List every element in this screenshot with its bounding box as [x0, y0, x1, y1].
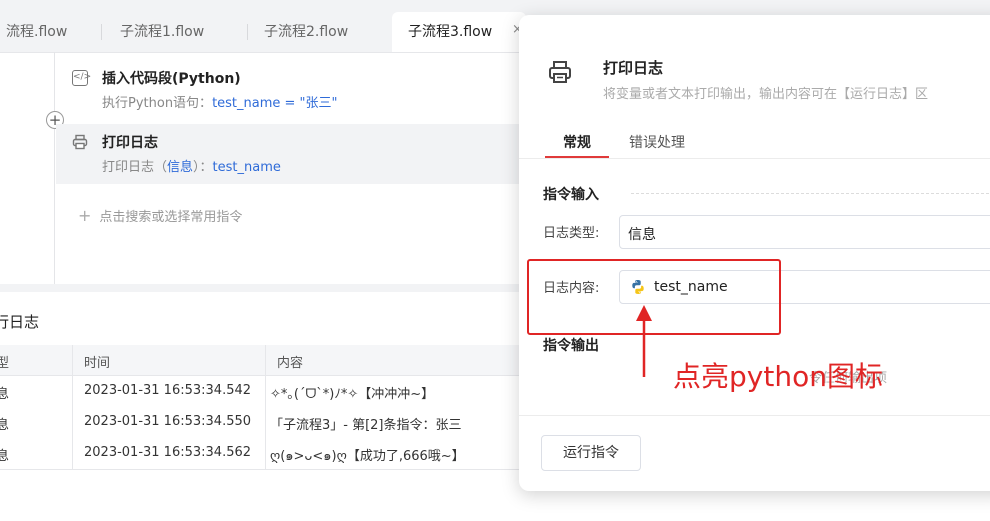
- log-type: 息: [0, 449, 10, 464]
- log-content: ღ(๑>ᴗ<๑)ღ【成功了,666哦~】: [270, 449, 465, 464]
- annotation-text: 点亮python图标: [673, 360, 883, 393]
- log-time: 2023-01-31 16:53:34.562: [84, 445, 252, 460]
- annotation-arrow-icon: [636, 305, 652, 377]
- log-type-select[interactable]: 信息: [619, 215, 990, 249]
- dialog-subtitle: 将变量或者文本打印输出，输出内容可在【运行日志】区: [603, 87, 929, 102]
- log-table-header: 型 时间 内容: [0, 345, 540, 376]
- step-desc-code: test_name = "张三": [212, 96, 338, 111]
- tab-separator: [101, 24, 102, 40]
- step-description: 执行Python语句：test_name = "张三": [102, 92, 338, 111]
- step-desc-prefix: 打印日志（: [102, 160, 168, 175]
- column-header-content: 内容: [277, 356, 304, 371]
- run-instruction-button[interactable]: 运行指令: [541, 435, 641, 471]
- log-type: 息: [0, 418, 10, 433]
- column-header-type: 型: [0, 356, 10, 371]
- log-content: 「子流程3」- 第[2]条指令：张三: [270, 418, 462, 433]
- plus-icon: +: [78, 206, 92, 225]
- step-title: 打印日志: [102, 135, 158, 151]
- tab-subflow-3[interactable]: 子流程3.flow: [392, 12, 526, 52]
- tab-label: 子流程1.flow: [120, 24, 205, 40]
- field-label-log-type: 日志类型:: [543, 226, 600, 241]
- dialog-footer-divider: [519, 415, 990, 416]
- section-divider: [631, 193, 990, 194]
- log-time: 2023-01-31 16:53:34.550: [84, 414, 252, 429]
- step-desc-prefix: 执行Python语句：: [102, 96, 213, 111]
- step-desc-type: 信息: [167, 160, 194, 175]
- step-title: 插入代码段(Python): [102, 71, 241, 87]
- log-panel-title: 行日志: [0, 313, 40, 331]
- tab-subflow-2[interactable]: 子流程2.flow: [248, 12, 392, 52]
- table-row[interactable]: 息 2023-01-31 16:53:34.542 ✧*｡(ˊᗜˋ*)ﾉ*✧【冲…: [0, 376, 540, 408]
- panel-divider: [0, 284, 560, 292]
- tab-flow[interactable]: 流程.flow: [0, 12, 102, 52]
- dialog-title: 打印日志: [603, 59, 664, 77]
- tab-label: 流程.flow: [6, 24, 68, 40]
- printer-icon: [549, 61, 571, 83]
- section-title-output: 指令输出: [543, 338, 599, 354]
- column-divider: [265, 345, 266, 469]
- step-description: 打印日志（信息）：test_name: [102, 156, 281, 175]
- log-content: ✧*｡(ˊᗜˋ*)ﾉ*✧【冲冲冲~】: [270, 387, 435, 402]
- instruction-dialog: 打印日志 将变量或者文本打印输出，输出内容可在【运行日志】区 常规 错误处理 指…: [519, 15, 990, 491]
- column-divider: [72, 345, 73, 469]
- tab-border: [519, 158, 990, 159]
- add-instruction-hint[interactable]: + 点击搜索或选择常用指令: [78, 206, 242, 225]
- tab-subflow-1[interactable]: 子流程1.flow: [104, 12, 248, 52]
- printer-icon: [72, 134, 88, 150]
- flow-connector: [54, 52, 55, 284]
- tab-error-handling[interactable]: 错误处理: [629, 132, 685, 152]
- tab-label: 子流程2.flow: [264, 24, 349, 40]
- code-icon: </>: [72, 70, 91, 86]
- section-title-input: 指令输入: [543, 187, 599, 203]
- table-row[interactable]: 息 2023-01-31 16:53:34.550 「子流程3」- 第[2]条指…: [0, 407, 540, 439]
- flow-step-print-log[interactable]: 打印日志 打印日志（信息）：test_name: [56, 124, 560, 184]
- flow-step-python[interactable]: </> 插入代码段(Python) 执行Python语句：test_name =…: [56, 60, 556, 118]
- field-value: 信息: [628, 227, 656, 243]
- log-time: 2023-01-31 16:53:34.542: [84, 383, 252, 398]
- step-desc-var: test_name: [212, 160, 281, 175]
- step-desc-mid: ）：: [193, 160, 213, 175]
- tab-label: 子流程3.flow: [408, 24, 493, 40]
- log-type: 息: [0, 387, 10, 402]
- column-header-time: 时间: [84, 356, 111, 371]
- tab-general[interactable]: 常规: [563, 132, 591, 152]
- table-row[interactable]: 息 2023-01-31 16:53:34.562 ღ(๑>ᴗ<๑)ღ【成功了,…: [0, 438, 540, 470]
- add-hint-text: 点击搜索或选择常用指令: [99, 210, 243, 225]
